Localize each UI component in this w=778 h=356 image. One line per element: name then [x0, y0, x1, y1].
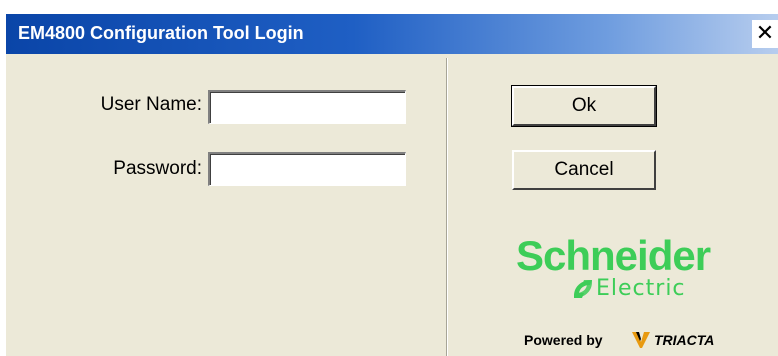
- title-bar[interactable]: EM4800 Configuration Tool Login ✕: [6, 14, 778, 54]
- ok-button[interactable]: Ok: [511, 85, 657, 127]
- close-icon: ✕: [755, 21, 775, 46]
- window-title: EM4800 Configuration Tool Login: [18, 23, 304, 43]
- panel-divider: [446, 58, 448, 356]
- username-input[interactable]: [208, 90, 406, 124]
- cancel-button[interactable]: Cancel: [512, 150, 656, 190]
- password-input[interactable]: [208, 152, 406, 186]
- triacta-logo-word: TRIACTA: [654, 332, 715, 348]
- password-label: Password:: [113, 158, 202, 179]
- schneider-logo-word: Schneider: [516, 232, 711, 279]
- powered-by-text: Powered by: [524, 332, 603, 348]
- close-button[interactable]: ✕: [752, 20, 778, 48]
- username-label: User Name:: [100, 94, 202, 115]
- login-dialog: EM4800 Configuration Tool Login ✕ User N…: [6, 14, 778, 356]
- schneider-logo-sub: Electric: [596, 276, 686, 301]
- triacta-logo-icon: [632, 332, 650, 348]
- schneider-logo-icon: [574, 280, 592, 298]
